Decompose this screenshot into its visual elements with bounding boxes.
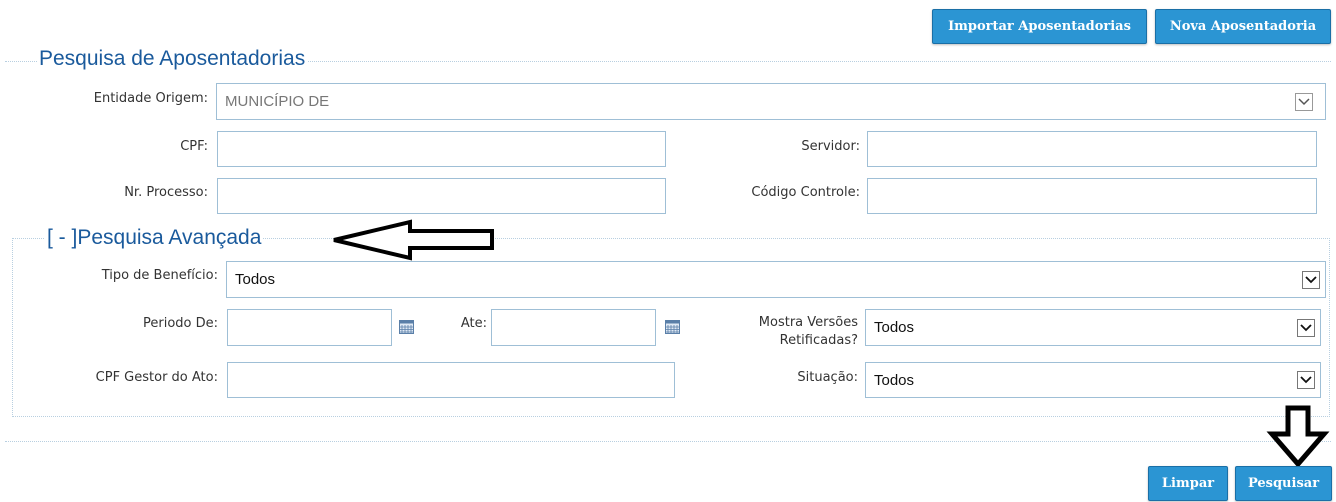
cpf-label: CPF: — [180, 139, 208, 154]
new-button[interactable]: Nova Aposentadoria — [1155, 9, 1331, 44]
chevron-down-icon — [1302, 270, 1320, 289]
chevron-down-icon — [1297, 371, 1315, 389]
periodo-label: Periodo De: — [142, 316, 218, 331]
calendar-icon[interactable] — [399, 320, 414, 334]
codigo-label: Código Controle: — [751, 185, 860, 200]
ate-input[interactable] — [491, 309, 656, 346]
mostra-label-line1: Mostra Versões — [758, 315, 858, 330]
ate-label: Ate: — [460, 316, 487, 331]
situacao-select[interactable]: Todos — [865, 362, 1321, 398]
tipo-select[interactable]: Todos — [226, 261, 1326, 298]
tipo-label: Tipo de Benefício: — [101, 268, 218, 283]
down-arrow-annotation — [1266, 405, 1330, 468]
servidor-label: Servidor: — [801, 139, 860, 154]
entidade-value: MUNICÍPIO DE — [225, 93, 330, 110]
clear-button[interactable]: Limpar — [1148, 466, 1228, 501]
entidade-label: Entidade Origem: — [93, 91, 208, 106]
periodo-input[interactable] — [227, 309, 392, 346]
chevron-down-icon — [1297, 318, 1315, 337]
processo-label: Nr. Processo: — [124, 185, 208, 200]
entidade-select[interactable]: MUNICÍPIO DE — [216, 83, 1326, 120]
left-arrow-annotation — [333, 219, 494, 261]
situacao-label: Situação: — [797, 370, 858, 385]
footer-divider — [5, 441, 1331, 442]
situacao-value: Todos — [874, 371, 915, 389]
processo-input[interactable] — [217, 178, 666, 214]
mostra-value: Todos — [874, 319, 915, 336]
search-button[interactable]: Pesquisar — [1235, 466, 1332, 501]
chevron-down-icon — [1295, 92, 1313, 111]
gestor-input[interactable] — [227, 362, 675, 398]
gestor-label: CPF Gestor do Ato: — [95, 370, 218, 385]
mostra-label-line2: Retificadas? — [779, 333, 858, 348]
cpf-input[interactable] — [217, 131, 666, 167]
tipo-value: Todos — [235, 271, 276, 288]
servidor-input[interactable] — [867, 131, 1317, 167]
calendar-icon[interactable] — [665, 320, 680, 334]
mostra-select[interactable]: Todos — [865, 309, 1321, 346]
advanced-toggle[interactable]: [ - ]Pesquisa Avançada — [45, 226, 264, 250]
import-button[interactable]: Importar Aposentadorias — [932, 9, 1147, 44]
codigo-input[interactable] — [867, 178, 1317, 214]
section-title: Pesquisa de Aposentadorias — [37, 47, 308, 71]
